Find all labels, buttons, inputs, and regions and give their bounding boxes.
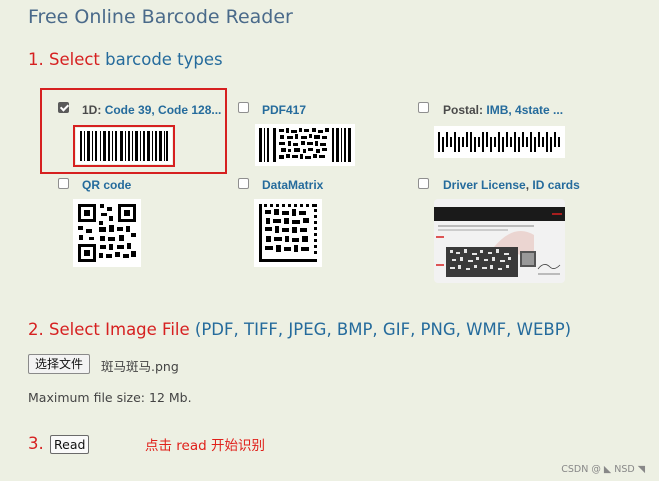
label-datamatrix: DataMatrix: [262, 178, 324, 192]
read-instruction-annotation: 点击 read 开始识别: [145, 438, 265, 454]
label-postal-types: IMB, 4state ...: [486, 103, 564, 117]
step1-text: barcode types: [105, 50, 223, 69]
label-qr: QR code: [82, 178, 132, 192]
step2-heading: 2. Select Image File (PDF, TIFF, JPEG, B…: [28, 320, 571, 339]
barcode-postal-image: [438, 132, 560, 152]
barcode-qr-thumbnail[interactable]: [73, 199, 141, 267]
barcode-qr-image: [78, 204, 136, 262]
max-file-size-note: Maximum file size: 12 Mb.: [28, 390, 192, 405]
barcode-datamatrix-thumbnail[interactable]: [254, 199, 322, 267]
label-1d-prefix: 1D:: [82, 103, 102, 117]
option-datamatrix-label[interactable]: DataMatrix: [262, 178, 323, 192]
label-pdf417: PDF417: [262, 103, 307, 117]
option-postal-label[interactable]: Postal: IMB, 4state ...: [443, 103, 563, 117]
barcode-pdf417-thumbnail[interactable]: [255, 124, 355, 166]
read-button[interactable]: Read: [50, 435, 90, 454]
label-1d-types: Code 39, Code 128...: [104, 103, 222, 117]
page-title: Free Online Barcode Reader: [28, 6, 293, 28]
driver-license-image: [434, 207, 565, 277]
option-qr-label[interactable]: QR code: [82, 178, 131, 192]
step1-heading: 1. Select barcode types: [28, 50, 223, 69]
option-pdf417-label[interactable]: PDF417: [262, 103, 306, 117]
driver-license-thumbnail[interactable]: [434, 199, 565, 283]
barcode-pdf417-image: [259, 128, 351, 162]
option-1d-label[interactable]: 1D: Code 39, Code 128...: [82, 103, 221, 117]
option-driver-license-label[interactable]: Driver License, ID cards: [443, 178, 580, 192]
selected-file-name: 斑马斑马.png: [101, 359, 179, 374]
supported-formats: (PDF, TIFF, JPEG, BMP, GIF, PNG, WMF, WE…: [194, 320, 572, 339]
checkbox-driver-license[interactable]: [418, 178, 429, 189]
choose-file-button[interactable]: 选择文件: [28, 354, 91, 374]
step2-label: 2. Select Image File: [28, 320, 190, 339]
checkbox-1d[interactable]: [58, 102, 69, 113]
barcode-1d-image: [80, 131, 168, 161]
checkbox-pdf417[interactable]: [238, 102, 249, 113]
barcode-datamatrix-image: [259, 204, 317, 262]
checkbox-postal[interactable]: [418, 102, 429, 113]
step3-number: 3.: [28, 434, 44, 453]
label-id-cards: ID cards: [532, 178, 580, 192]
checkbox-datamatrix[interactable]: [238, 178, 249, 189]
barcode-1d-thumbnail[interactable]: [76, 128, 172, 164]
label-postal-prefix: Postal:: [443, 103, 484, 117]
watermark: CSDN @ ◣ NSD ◥: [561, 464, 645, 475]
checkbox-qr[interactable]: [58, 178, 69, 189]
barcode-postal-thumbnail[interactable]: [434, 126, 565, 158]
step1-number: 1. Select: [28, 50, 100, 69]
label-driver-license: Driver License: [443, 178, 526, 192]
